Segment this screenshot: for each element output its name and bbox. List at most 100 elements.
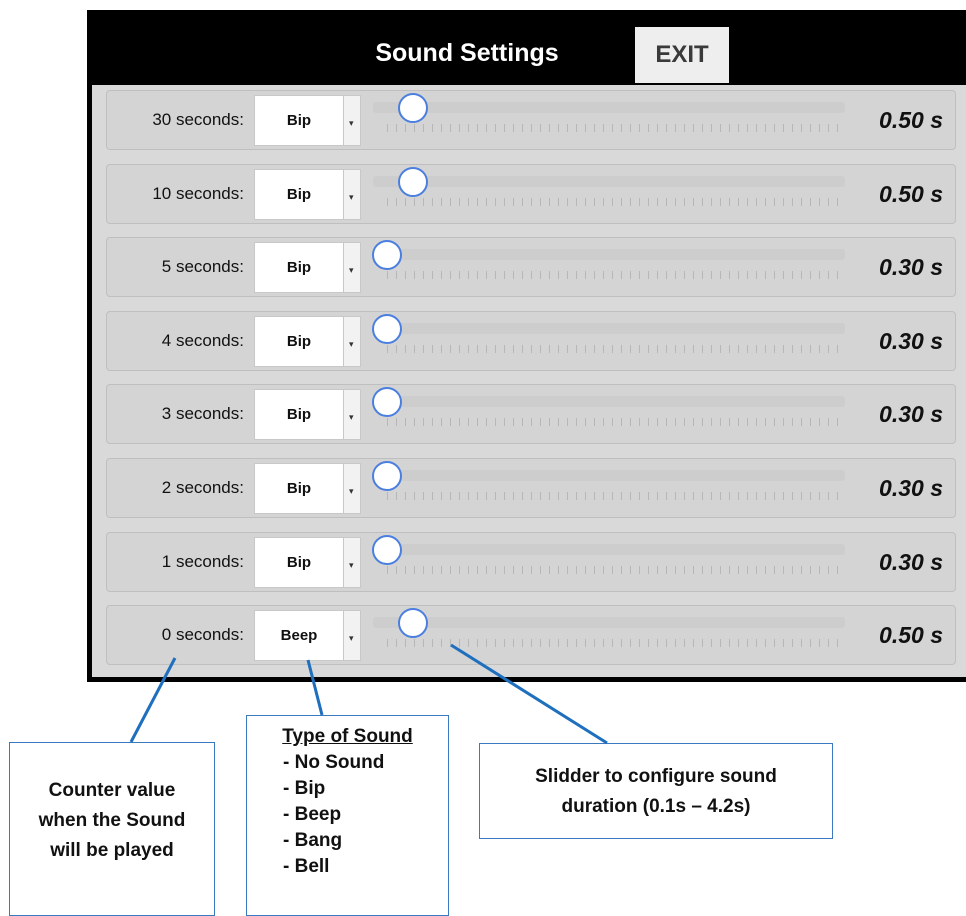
sound-row: 5 seconds: Bip ▾ 0.30 s — [106, 237, 956, 298]
slider-callout-line: duration (0.1s – 4.2s) — [561, 796, 751, 817]
sound-row: 4 seconds: Bip ▾ 0.30 s — [106, 310, 956, 371]
exit-button[interactable]: EXIT — [635, 27, 729, 83]
sound-type-dropdown[interactable]: Bip ▾ — [254, 95, 361, 146]
counter-label: 3 seconds: — [161, 404, 244, 424]
duration-slider-thumb[interactable] — [398, 166, 428, 197]
duration-slider-track[interactable] — [373, 396, 845, 408]
chevron-down-icon: ▾ — [349, 265, 354, 276]
duration-slider-track[interactable] — [373, 470, 845, 481]
slider-callout: Slidder to configure sound duration (0.1… — [479, 743, 833, 839]
sound-row: 0 seconds: Beep ▾ 0.50 s — [106, 605, 956, 666]
sound-type-value: Bip — [286, 112, 312, 129]
sound-type-option: - Bang — [283, 830, 343, 851]
sound-type-value: Beep — [280, 627, 318, 645]
sound-type-value: Bip — [286, 259, 312, 277]
sound-row: 2 seconds: Bip ▾ 0.30 s — [106, 458, 956, 518]
sound-row: 30 seconds: Bip ▾ 0.50 s — [106, 90, 956, 150]
counter-label: 1 seconds: — [161, 551, 244, 571]
counter-callout-line: when the Sound — [38, 810, 186, 831]
counter-label: 0 seconds: — [161, 625, 244, 645]
dropdown-arrow[interactable]: ▾ — [343, 390, 360, 440]
slider-ticks — [387, 197, 839, 206]
duration-value: 0.30 s — [879, 327, 943, 354]
duration-value: 0.30 s — [879, 254, 943, 281]
sound-type-callout: Type of Sound - No Sound - Bip - Beep - … — [246, 715, 449, 916]
sound-row: 1 seconds: Bip ▾ 0.30 s — [106, 531, 956, 592]
sound-type-heading: Type of Sound — [282, 726, 413, 747]
duration-slider-track[interactable] — [373, 102, 845, 113]
sound-row: 10 seconds: Bip ▾ 0.50 s — [106, 163, 956, 224]
sound-type-value: Bip — [286, 185, 312, 203]
duration-slider-thumb[interactable] — [372, 240, 402, 271]
counter-callout-line: Counter value — [48, 780, 176, 801]
page-title: Sound Settings — [375, 39, 559, 67]
sound-type-option: - Beep — [283, 804, 342, 825]
sound-type-dropdown[interactable]: Bip ▾ — [254, 536, 361, 588]
counter-label: 4 seconds: — [161, 330, 244, 350]
sound-type-dropdown[interactable]: Beep ▾ — [254, 610, 361, 662]
dropdown-arrow[interactable]: ▾ — [343, 96, 360, 145]
counter-label: 10 seconds: — [152, 183, 244, 203]
slider-ticks — [387, 639, 839, 648]
counter-label: 30 seconds: — [152, 110, 244, 129]
duration-value: 0.50 s — [879, 107, 943, 133]
duration-slider-thumb[interactable] — [372, 534, 402, 565]
dropdown-arrow[interactable]: ▾ — [343, 169, 360, 219]
chevron-down-icon: ▾ — [349, 191, 354, 202]
duration-slider-thumb[interactable] — [372, 387, 402, 418]
duration-slider-thumb[interactable] — [372, 313, 402, 344]
dropdown-arrow[interactable]: ▾ — [343, 243, 360, 293]
dropdown-arrow[interactable]: ▾ — [343, 316, 360, 366]
sound-type-dropdown[interactable]: Bip ▾ — [254, 389, 361, 441]
slider-ticks — [387, 492, 839, 500]
chevron-down-icon: ▾ — [349, 633, 354, 644]
duration-value: 0.30 s — [879, 548, 943, 575]
counter-callout: Counter value when the Sound will be pla… — [9, 742, 215, 916]
duration-value: 0.50 s — [879, 622, 943, 649]
slider-ticks — [387, 565, 839, 574]
chevron-down-icon: ▾ — [349, 412, 354, 423]
dropdown-arrow[interactable]: ▾ — [343, 611, 360, 661]
sound-type-option: - Bip — [283, 778, 326, 799]
duration-slider-track[interactable] — [373, 249, 845, 261]
slider-ticks — [387, 271, 839, 280]
sound-type-option: - Bell — [283, 856, 330, 877]
duration-value: 0.30 s — [879, 475, 943, 501]
duration-slider-track[interactable] — [373, 543, 845, 555]
sound-type-dropdown[interactable]: Bip ▾ — [254, 242, 361, 294]
sound-type-list: - No Sound - Bip - Beep - Bang - Bell — [247, 750, 448, 880]
chevron-down-icon: ▾ — [349, 338, 354, 349]
sound-type-dropdown[interactable]: Bip ▾ — [254, 463, 361, 514]
duration-slider-track[interactable] — [373, 175, 845, 187]
slider-ticks — [387, 124, 839, 132]
sound-type-value: Bip — [286, 406, 312, 424]
chevron-down-icon: ▾ — [349, 486, 354, 496]
counter-label: 2 seconds: — [161, 478, 244, 497]
sound-type-dropdown[interactable]: Bip ▾ — [254, 315, 361, 367]
counter-label: 5 seconds: — [161, 257, 244, 277]
counter-callout-line: will be played — [50, 840, 174, 861]
sound-type-value: Bip — [286, 332, 312, 350]
duration-slider-track[interactable] — [373, 617, 845, 629]
sound-type-dropdown[interactable]: Bip ▾ — [254, 168, 361, 220]
title-bar: Sound Settings EXIT — [87, 10, 966, 83]
sound-settings-window: Sound Settings EXIT 30 seconds: Bip ▾ 0.50 … — [87, 10, 966, 682]
duration-slider-track[interactable] — [373, 322, 845, 334]
chevron-down-icon: ▾ — [349, 559, 354, 570]
duration-slider-thumb[interactable] — [398, 93, 428, 123]
slider-ticks — [387, 418, 839, 427]
slider-ticks — [387, 344, 839, 353]
sound-type-option: - No Sound — [283, 752, 385, 773]
duration-value: 0.50 s — [879, 180, 943, 207]
chevron-down-icon: ▾ — [349, 118, 354, 128]
duration-value: 0.30 s — [879, 401, 943, 428]
dropdown-arrow[interactable]: ▾ — [343, 537, 360, 587]
duration-slider-thumb[interactable] — [372, 461, 402, 491]
sound-row: 3 seconds: Bip ▾ 0.30 s — [106, 384, 956, 445]
slider-callout-line: Slidder to configure sound — [535, 766, 777, 787]
sound-type-value: Bip — [286, 480, 312, 497]
sound-type-value: Bip — [286, 553, 312, 571]
dropdown-arrow[interactable]: ▾ — [343, 464, 360, 513]
duration-slider-thumb[interactable] — [398, 608, 428, 639]
settings-panel: 30 seconds: Bip ▾ 0.50 s 10 seconds: Bip ▾ 0.50… — [92, 85, 966, 677]
